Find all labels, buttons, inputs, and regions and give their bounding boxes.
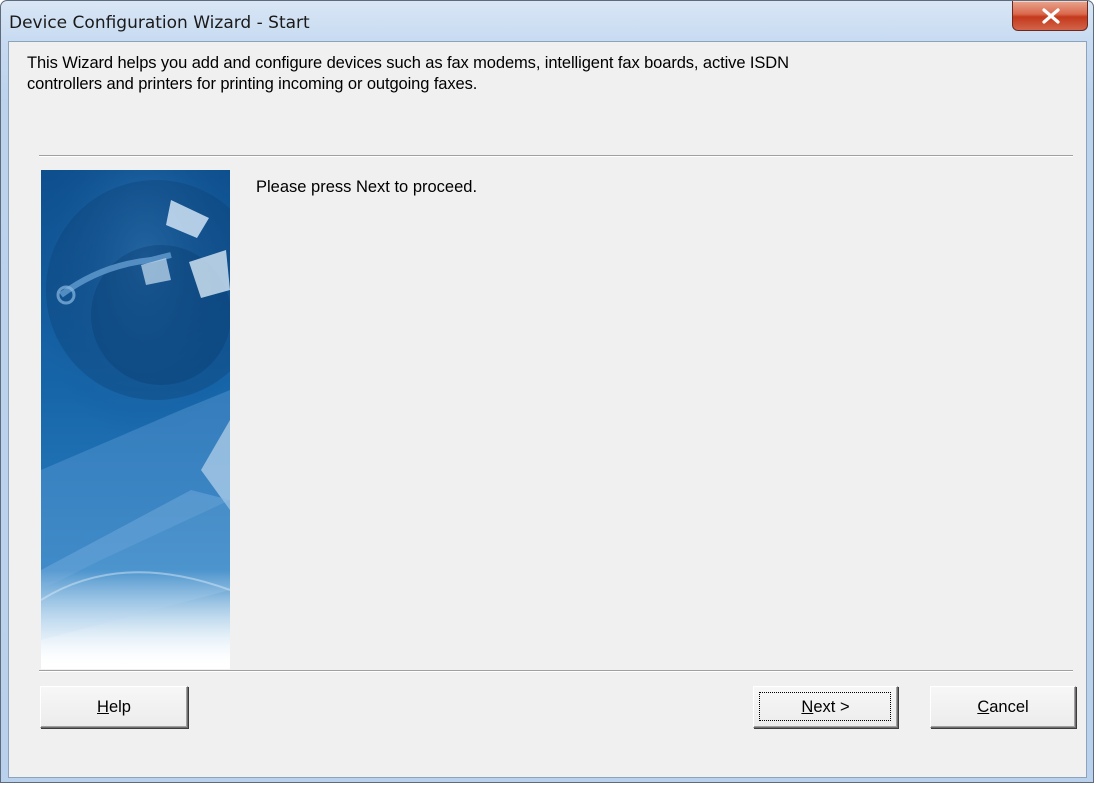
close-button[interactable] (1012, 1, 1088, 31)
intro-text: This Wizard helps you add and configure … (27, 53, 1067, 95)
wizard-window: Device Configuration Wizard - Start This… (0, 0, 1094, 783)
help-label-rest: elp (108, 698, 131, 716)
proceed-prompt: Please press Next to proceed. (256, 178, 478, 196)
intro-line-1: This Wizard helps you add and configure … (27, 54, 789, 72)
next-button[interactable]: Next > (753, 686, 898, 728)
cancel-label-rest: ancel (989, 698, 1029, 716)
cancel-button-label: Cancel (977, 698, 1028, 716)
help-button-label: Help (97, 698, 131, 716)
title-bar[interactable]: Device Configuration Wizard - Start (1, 1, 1093, 41)
top-separator (39, 155, 1073, 157)
bottom-separator (39, 670, 1073, 672)
cancel-button[interactable]: Cancel (930, 686, 1076, 728)
wizard-banner-image (41, 170, 230, 669)
close-icon (1042, 8, 1060, 24)
window-title: Device Configuration Wizard - Start (9, 13, 310, 33)
next-button-label: Next > (801, 698, 849, 716)
help-mnemonic: H (97, 698, 109, 716)
next-label-rest: ext > (813, 698, 850, 716)
intro-line-2: controllers and printers for printing in… (27, 75, 478, 93)
cancel-mnemonic: C (977, 698, 990, 716)
help-button[interactable]: Help (40, 686, 188, 728)
banner-graphic (41, 170, 230, 669)
next-mnemonic: N (801, 698, 814, 716)
